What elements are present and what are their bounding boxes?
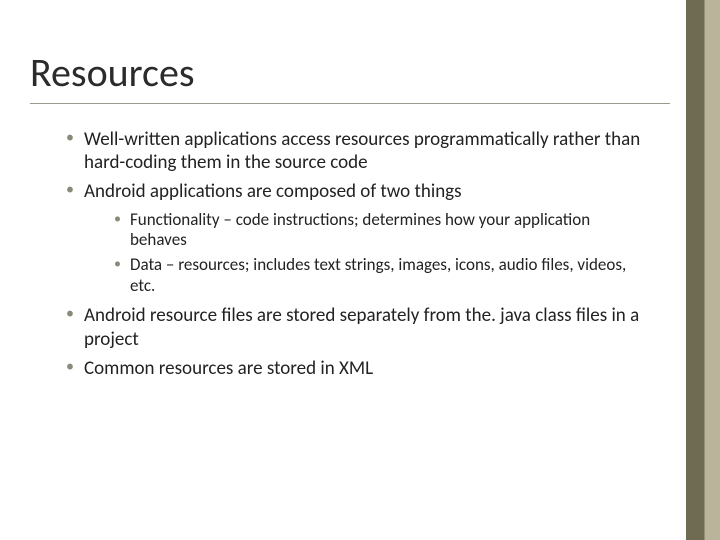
slide-title: Resources <box>30 48 646 101</box>
title-block: Resources <box>30 48 646 104</box>
bullet-text: Common resources are stored in XML <box>84 357 373 380</box>
accent-sidebar <box>686 0 720 540</box>
bullet-text: Android applications are composed of two… <box>84 180 462 203</box>
bullet-text: Functionality – code instructions; deter… <box>130 209 590 251</box>
list-item: Common resources are stored in XML <box>66 357 646 380</box>
list-item: Android resource files are stored separa… <box>66 304 646 350</box>
bullet-text: Well-written applications access resourc… <box>84 128 640 174</box>
list-item: Well-written applications access resourc… <box>66 128 646 174</box>
title-underline <box>30 103 670 104</box>
list-item: Data – resources; includes text strings,… <box>114 255 646 296</box>
slide-content: Resources Well-written applications acce… <box>0 0 686 540</box>
list-item: Android applications are composed of two… <box>66 180 646 296</box>
bullet-text: Data – resources; includes text strings,… <box>130 254 626 296</box>
bullet-text: Android resource files are stored separa… <box>84 304 639 350</box>
list-item: Functionality – code instructions; deter… <box>114 210 646 251</box>
bullet-list: Well-written applications access resourc… <box>66 128 646 380</box>
sub-bullet-list: Functionality – code instructions; deter… <box>114 210 646 297</box>
